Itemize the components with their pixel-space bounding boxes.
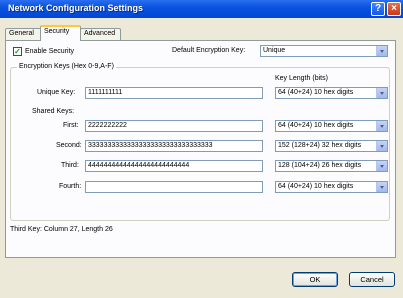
enable-security-label: Enable Security [25,48,75,55]
fourth-key-input[interactable] [85,181,263,193]
title-bar: Network Configuration Settings ? × [0,0,403,18]
second-key-length-select[interactable]: 152 (128+24) 32 hex digits [275,140,388,152]
unique-key-length-value: 64 (40+24) 10 hex digits [278,89,354,96]
first-key-label: First: [63,122,79,129]
third-key-length-value: 128 (104+24) 26 hex digits [278,162,362,169]
ok-button[interactable]: OK [292,272,338,287]
chevron-down-icon [376,182,387,192]
enable-security-checkbox[interactable]: ✓ [13,47,22,56]
default-key-label: Default Encryption Key: [172,47,246,54]
fourth-key-length-select[interactable]: 64 (40+24) 10 hex digits [275,181,388,193]
second-key-length-value: 152 (128+24) 32 hex digits [278,142,362,149]
unique-key-label: Unique Key: [37,89,76,96]
status-text: Third Key: Column 27, Length 26 [10,226,113,233]
close-button[interactable]: × [387,2,401,16]
chevron-down-icon [376,46,387,56]
chevron-down-icon [376,141,387,151]
fourth-key-length-value: 64 (40+24) 10 hex digits [278,183,354,190]
shared-keys-label: Shared Keys: [32,108,75,115]
third-key-input[interactable]: 44444444444444444444444444 [85,160,263,172]
second-key-label: Second: [56,142,82,149]
window-title: Network Configuration Settings [8,3,143,13]
third-key-label: Third: [61,162,79,169]
tab-security[interactable]: Security [40,25,81,41]
unique-key-input[interactable]: 1111111111 [85,87,263,99]
unique-key-length-select[interactable]: 64 (40+24) 10 hex digits [275,87,388,99]
third-key-length-select[interactable]: 128 (104+24) 26 hex digits [275,160,388,172]
first-key-length-value: 64 (40+24) 10 hex digits [278,122,354,129]
dialog-window: Network Configuration Settings ? × Gener… [0,0,403,298]
security-panel: ✓ Enable Security Default Encryption Key… [5,40,396,258]
first-key-length-select[interactable]: 64 (40+24) 10 hex digits [275,120,388,132]
fourth-key-label: Fourth: [59,183,82,190]
chevron-down-icon [376,88,387,98]
first-key-input[interactable]: 2222222222 [85,120,263,132]
cancel-button[interactable]: Cancel [349,272,395,287]
chevron-down-icon [376,161,387,171]
tab-general[interactable]: General [5,28,42,40]
help-button[interactable]: ? [371,2,385,16]
encryption-keys-title: Encryption Keys (Hex 0-9,A-F) [17,63,116,70]
default-key-value: Unique [263,47,286,54]
second-key-input[interactable]: 33333333333333333333333333333333 [85,140,263,152]
tab-advanced[interactable]: Advanced [80,28,121,40]
chevron-down-icon [376,121,387,131]
key-length-header: Key Length (bits) [275,75,328,82]
default-key-select[interactable]: Unique [260,45,388,57]
encryption-keys-group: Encryption Keys (Hex 0-9,A-F) Key Length… [10,63,390,221]
